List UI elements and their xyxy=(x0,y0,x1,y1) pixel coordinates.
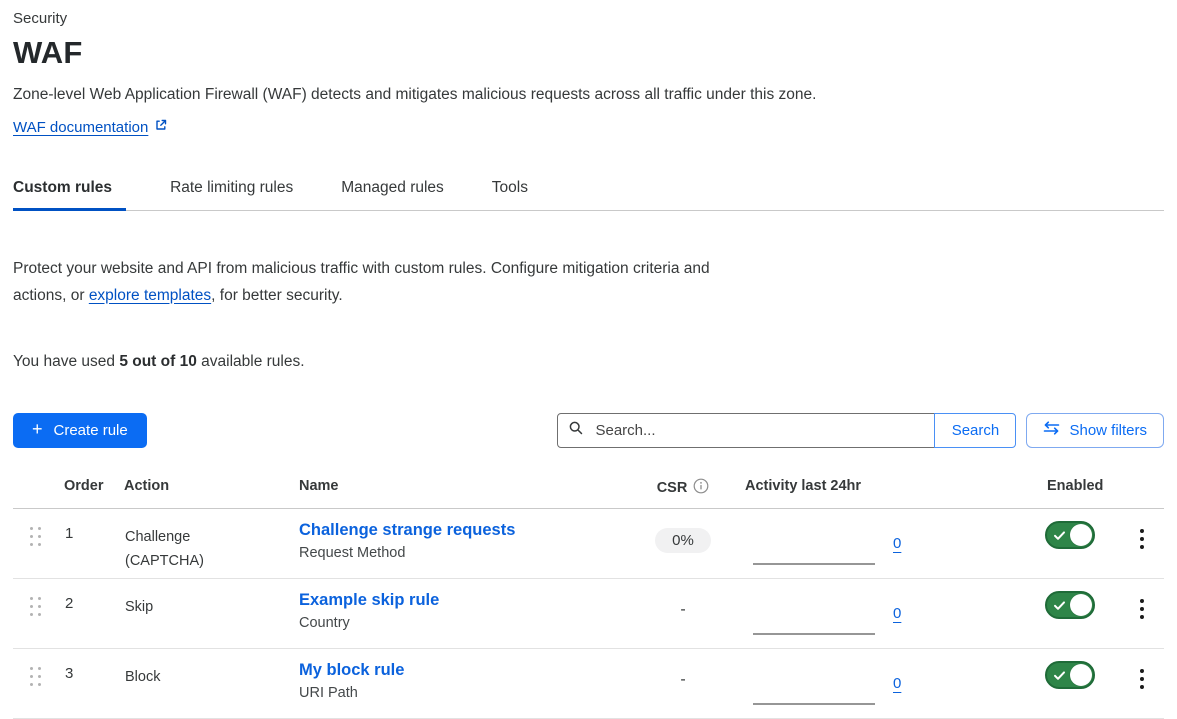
show-filters-button[interactable]: Show filters xyxy=(1026,413,1164,448)
activity-cell: 0 xyxy=(733,649,1015,718)
usage-count: 5 out of 10 xyxy=(119,353,197,370)
kebab-menu-icon[interactable] xyxy=(1134,597,1150,648)
table-header-row: Order Action Name CSR Activity last 24hr… xyxy=(13,478,1164,509)
rule-criteria: Request Method xyxy=(299,545,633,561)
rule-row-3: 3 Block My block rule URI Path - 0 xyxy=(13,649,1164,719)
header-activity: Activity last 24hr xyxy=(733,478,1015,498)
rule-action-line1: Challenge xyxy=(125,525,293,549)
rule-action-line2: (CAPTCHA) xyxy=(125,549,293,573)
activity-count-link[interactable]: 0 xyxy=(893,605,901,622)
tab-rate-limiting-rules[interactable]: Rate limiting rules xyxy=(170,170,297,210)
search-input[interactable] xyxy=(593,421,924,440)
rule-action: Skip xyxy=(117,579,293,648)
rule-action-line1: Block xyxy=(125,665,293,689)
enabled-cell xyxy=(1015,579,1119,648)
page-title: WAF xyxy=(13,35,1164,71)
checkmark-icon xyxy=(1053,529,1066,547)
kebab-menu-icon[interactable] xyxy=(1134,667,1150,718)
header-enabled: Enabled xyxy=(1015,478,1119,498)
tab-custom-rules[interactable]: Custom rules xyxy=(13,170,126,210)
csr-cell: - xyxy=(633,579,733,648)
breadcrumb-security: Security xyxy=(13,8,1164,30)
csr-cell: - xyxy=(633,649,733,718)
waf-documentation-link[interactable]: WAF documentation xyxy=(13,118,168,136)
rule-row-2: 2 Skip Example skip rule Country - 0 xyxy=(13,579,1164,649)
rule-action: Block xyxy=(117,649,293,718)
search-box xyxy=(557,413,935,448)
header-csr-label: CSR xyxy=(657,480,688,496)
search-button[interactable]: Search xyxy=(934,413,1016,448)
rule-name-link[interactable]: My block rule xyxy=(299,661,404,680)
waf-tab-bar: Custom rules Rate limiting rules Managed… xyxy=(13,170,1164,211)
rule-criteria: URI Path xyxy=(299,685,633,701)
show-filters-label: Show filters xyxy=(1069,422,1147,439)
create-rule-button[interactable]: + Create rule xyxy=(13,413,147,448)
activity-sparkline xyxy=(753,703,875,705)
csr-value: - xyxy=(680,668,685,689)
csr-badge: 0% xyxy=(655,528,711,553)
waf-documentation-label: WAF documentation xyxy=(13,119,148,136)
header-order: Order xyxy=(57,478,117,498)
toggle-knob xyxy=(1070,594,1092,616)
rules-usage-summary: You have used 5 out of 10 available rule… xyxy=(13,353,1164,371)
info-icon[interactable] xyxy=(693,478,709,498)
rule-action: Challenge (CAPTCHA) xyxy=(117,509,293,578)
enabled-cell xyxy=(1015,649,1119,718)
activity-count-link[interactable]: 0 xyxy=(893,535,901,552)
page-description: Zone-level Web Application Firewall (WAF… xyxy=(13,86,1164,104)
rule-name-link[interactable]: Challenge strange requests xyxy=(299,521,515,540)
rule-name-cell: My block rule URI Path xyxy=(293,649,633,718)
csr-value: - xyxy=(680,598,685,619)
drag-handle-icon[interactable] xyxy=(13,509,57,578)
enabled-toggle[interactable] xyxy=(1045,591,1095,619)
intro-text-after: , for better security. xyxy=(211,287,343,304)
checkmark-icon xyxy=(1053,599,1066,617)
drag-handle-icon[interactable] xyxy=(13,649,57,718)
enabled-toggle[interactable] xyxy=(1045,661,1095,689)
row-menu-cell xyxy=(1119,579,1164,648)
row-menu-cell xyxy=(1119,649,1164,718)
search-area: Search Show filters xyxy=(557,413,1164,448)
drag-handle-icon[interactable] xyxy=(13,579,57,648)
activity-cell: 0 xyxy=(733,509,1015,578)
csr-cell: 0% xyxy=(633,509,733,578)
rule-action-line1: Skip xyxy=(125,595,293,619)
rule-row-1: 1 Challenge (CAPTCHA) Challenge strange … xyxy=(13,509,1164,579)
toggle-knob xyxy=(1070,524,1092,546)
create-rule-label: Create rule xyxy=(54,422,128,439)
rule-name-cell: Example skip rule Country xyxy=(293,579,633,648)
rules-toolbar: + Create rule Search xyxy=(13,413,1164,448)
swap-arrows-icon xyxy=(1043,421,1060,439)
header-action: Action xyxy=(117,478,293,498)
search-icon xyxy=(568,420,584,441)
rule-criteria: Country xyxy=(299,615,633,631)
row-menu-cell xyxy=(1119,509,1164,578)
rule-name-link[interactable]: Example skip rule xyxy=(299,591,439,610)
custom-rules-intro: Protect your website and API from malici… xyxy=(13,255,758,309)
header-name: Name xyxy=(293,478,633,498)
activity-cell: 0 xyxy=(733,579,1015,648)
usage-prefix: You have used xyxy=(13,353,119,370)
tab-managed-rules[interactable]: Managed rules xyxy=(341,170,448,210)
plus-icon: + xyxy=(32,420,43,438)
rule-order: 1 xyxy=(57,509,117,578)
explore-templates-link[interactable]: explore templates xyxy=(89,287,211,304)
enabled-cell xyxy=(1015,509,1119,578)
activity-count-link[interactable]: 0 xyxy=(893,675,901,692)
checkmark-icon xyxy=(1053,669,1066,687)
rule-name-cell: Challenge strange requests Request Metho… xyxy=(293,509,633,578)
kebab-menu-icon[interactable] xyxy=(1134,527,1150,578)
header-csr: CSR xyxy=(633,478,733,498)
rule-order: 2 xyxy=(57,579,117,648)
tab-tools[interactable]: Tools xyxy=(492,170,532,210)
external-link-icon xyxy=(154,118,168,136)
waf-page: Security WAF Zone-level Web Application … xyxy=(0,0,1177,719)
activity-sparkline xyxy=(753,563,875,565)
usage-suffix: available rules. xyxy=(197,353,305,370)
toggle-knob xyxy=(1070,664,1092,686)
custom-rules-table: Order Action Name CSR Activity last 24hr… xyxy=(13,478,1164,719)
rule-order: 3 xyxy=(57,649,117,718)
enabled-toggle[interactable] xyxy=(1045,521,1095,549)
activity-sparkline xyxy=(753,633,875,635)
